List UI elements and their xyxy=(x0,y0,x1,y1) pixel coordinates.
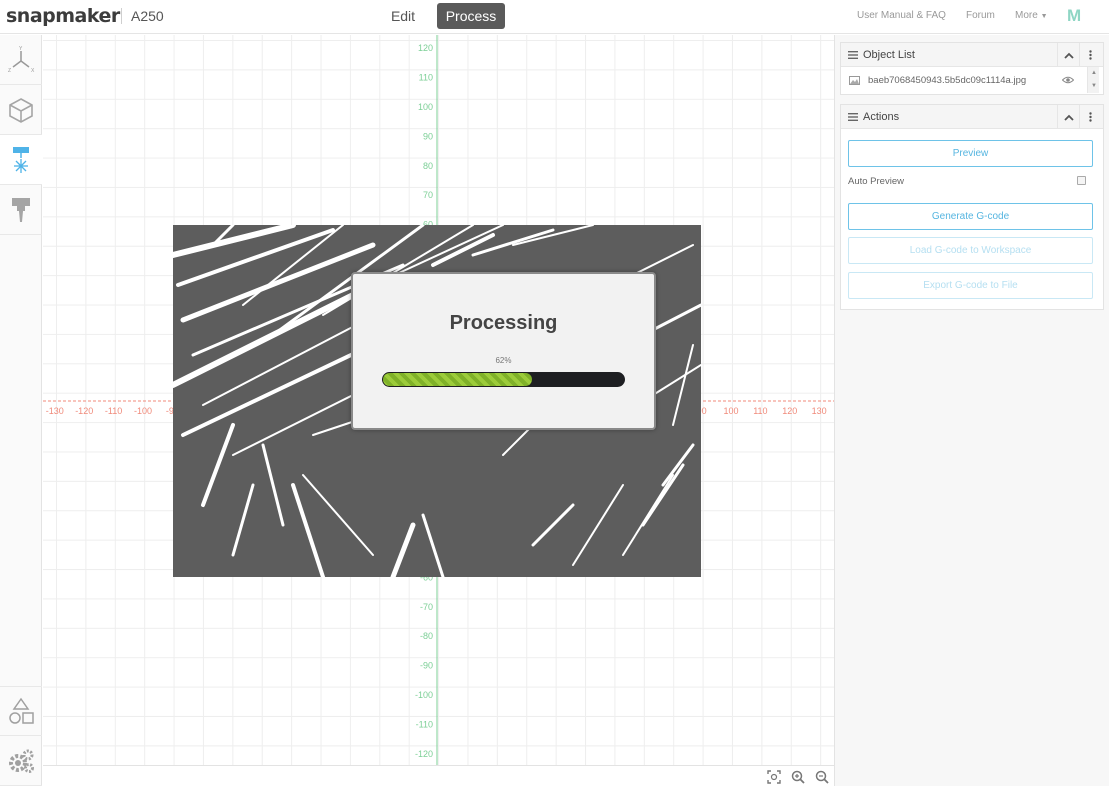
laser-icon xyxy=(13,146,29,173)
y-tick-label: -90 xyxy=(420,661,433,671)
image-icon xyxy=(849,76,860,85)
cnc-mode-button[interactable] xyxy=(0,185,42,235)
x-tick-label: 100 xyxy=(723,406,738,416)
divider xyxy=(121,8,122,24)
progress-bar-fill xyxy=(383,373,532,386)
x-tick-label: 130 xyxy=(812,406,827,416)
more-menu[interactable]: More ▼ xyxy=(1015,10,1048,21)
cube-icon xyxy=(9,97,33,123)
widget-title: Actions xyxy=(863,111,900,123)
zoom-out-icon[interactable] xyxy=(814,769,830,785)
tab-edit[interactable]: Edit xyxy=(380,3,426,29)
x-tick-label: -130 xyxy=(46,406,64,416)
top-bar: snapmaker A250 Edit Process User Manual … xyxy=(0,0,1109,34)
axis-x-letter: X xyxy=(31,68,35,74)
snapmaker-logo: snapmaker xyxy=(6,5,120,27)
left-toolbar: Y Z X xyxy=(0,35,42,786)
export-gcode-button[interactable]: Export G-code to File xyxy=(848,272,1093,299)
preview-button[interactable]: Preview xyxy=(848,140,1093,167)
settings-icon xyxy=(9,749,34,773)
progress-percent: 62% xyxy=(495,356,512,365)
y-tick-label: 90 xyxy=(423,131,433,141)
y-tick-label: 110 xyxy=(419,73,433,83)
x-tick-label: -120 xyxy=(75,406,93,416)
auto-preview-checkbox[interactable] xyxy=(1077,176,1086,185)
coordinate-view-button[interactable]: Y Z X xyxy=(0,35,42,85)
y-tick-label: -80 xyxy=(420,631,433,641)
y-tick-label: -110 xyxy=(416,719,433,729)
widget-header: Actions xyxy=(841,105,1103,129)
object-list-widget: Object List baeb7068450943.5b5dc09c1114a… xyxy=(840,42,1104,95)
user-manual-link[interactable]: User Manual & FAQ xyxy=(857,10,946,21)
widget-menu-button[interactable] xyxy=(1079,105,1101,129)
brand-mark: M xyxy=(1067,6,1082,25)
list-item[interactable]: baeb7068450943.5b5dc09c1114a.jpg ▲ ▼ xyxy=(841,67,1103,93)
y-tick-label: -70 xyxy=(420,602,433,612)
kebab-icon xyxy=(1089,50,1092,60)
machine-name: A250 xyxy=(131,8,164,24)
auto-preview-label: Auto Preview xyxy=(848,176,904,187)
widget-title: Object List xyxy=(863,49,915,61)
object-filename: baeb7068450943.5b5dc09c1114a.jpg xyxy=(868,75,1027,86)
cnc-icon xyxy=(12,197,30,222)
axis-y-letter: Y xyxy=(19,46,23,52)
progress-bar xyxy=(382,372,625,387)
actions-widget: Actions Preview Auto Preview Generate G-… xyxy=(840,104,1104,310)
scroll-down-icon: ▼ xyxy=(1091,83,1097,89)
laser-mode-button[interactable] xyxy=(0,135,42,185)
processing-dialog: Processing 62% xyxy=(351,272,656,430)
x-tick-label: -100 xyxy=(134,406,152,416)
shapes-button[interactable] xyxy=(0,686,42,736)
axes-icon: Y Z X xyxy=(8,46,35,74)
load-gcode-button[interactable]: Load G-code to Workspace xyxy=(848,237,1093,264)
caret-down-icon: ▼ xyxy=(1040,13,1048,20)
x-tick-label: 110 xyxy=(753,406,767,416)
y-tick-label: 80 xyxy=(423,161,433,171)
axis-z-letter: Z xyxy=(8,68,11,74)
generate-gcode-button[interactable]: Generate G-code xyxy=(848,203,1093,230)
collapse-button[interactable] xyxy=(1057,105,1079,129)
y-tick-label: -120 xyxy=(415,749,433,759)
canvas-toolbar xyxy=(43,765,834,786)
fit-view-icon[interactable] xyxy=(766,769,782,785)
more-label: More xyxy=(1015,10,1038,21)
hamburger-icon xyxy=(848,113,858,121)
eye-icon[interactable] xyxy=(1062,76,1074,84)
widget-header: Object List xyxy=(841,43,1103,67)
zoom-in-icon[interactable] xyxy=(790,769,806,785)
settings-button[interactable] xyxy=(0,736,42,786)
x-tick-label: 120 xyxy=(782,406,797,416)
forum-link[interactable]: Forum xyxy=(966,10,995,21)
hamburger-icon xyxy=(848,51,858,59)
chevron-up-icon xyxy=(1063,114,1074,121)
kebab-icon xyxy=(1089,112,1092,122)
y-tick-label: -100 xyxy=(415,690,433,700)
collapse-button[interactable] xyxy=(1057,43,1079,67)
chevron-up-icon xyxy=(1063,52,1074,59)
widget-menu-button[interactable] xyxy=(1079,43,1101,67)
list-scrollbar[interactable]: ▲ ▼ xyxy=(1087,67,1099,93)
y-tick-label: 100 xyxy=(418,102,433,112)
x-tick-label: -110 xyxy=(105,406,122,416)
tab-process[interactable]: Process xyxy=(437,3,505,29)
right-panel: Object List baeb7068450943.5b5dc09c1114a… xyxy=(834,35,1109,786)
3d-printing-mode-button[interactable] xyxy=(0,85,42,135)
y-tick-label: 120 xyxy=(418,43,433,53)
scroll-up-icon: ▲ xyxy=(1091,70,1097,76)
y-tick-label: 70 xyxy=(423,190,433,200)
shapes-icon xyxy=(9,697,34,724)
dialog-title: Processing xyxy=(449,312,558,334)
